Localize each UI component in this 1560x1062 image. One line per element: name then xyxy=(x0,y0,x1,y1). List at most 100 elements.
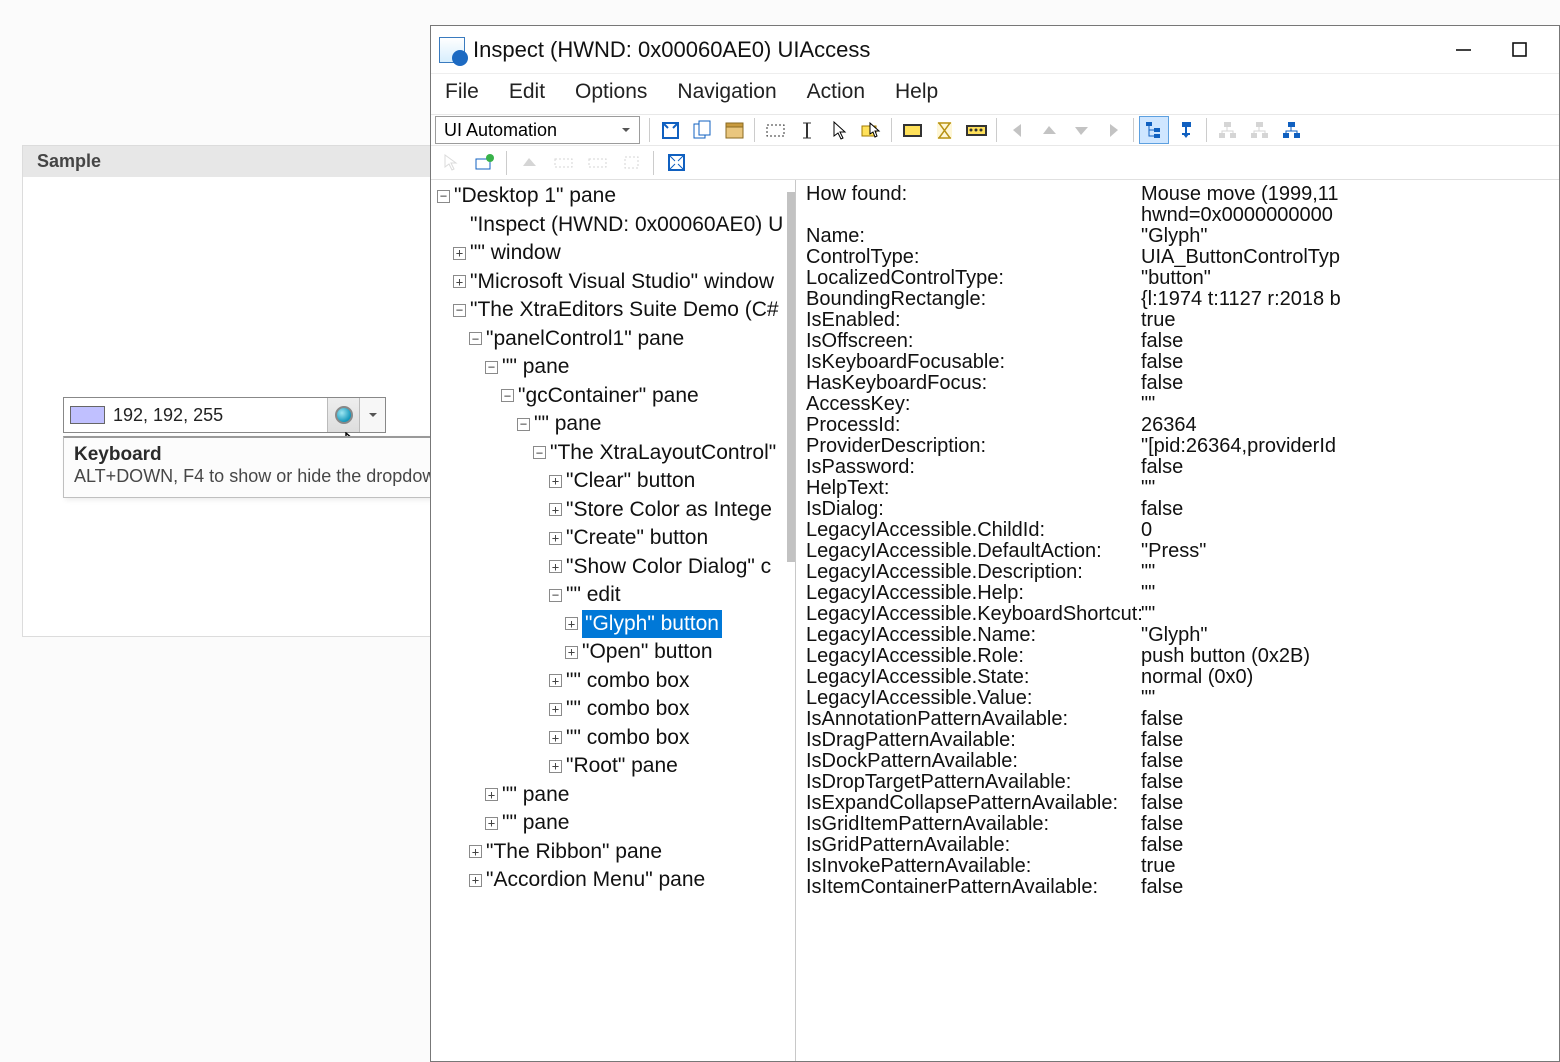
tree-label[interactable]: "Clear" button xyxy=(566,467,695,496)
tree-row[interactable]: + "" combo box xyxy=(431,695,795,724)
tree-label[interactable]: "" pane xyxy=(534,410,601,439)
highlight-timed-button[interactable] xyxy=(929,116,959,144)
collapse-icon[interactable]: − xyxy=(549,589,562,602)
minimize-button[interactable] xyxy=(1447,34,1479,66)
menubar[interactable]: FileEditOptionsNavigationActionHelp xyxy=(431,74,1559,114)
expand-icon[interactable]: + xyxy=(549,560,562,573)
expand-icon[interactable]: + xyxy=(565,646,578,659)
caret-button[interactable] xyxy=(792,116,822,144)
tree-label[interactable]: "Microsoft Visual Studio" window xyxy=(470,268,774,297)
collapse-icon[interactable]: − xyxy=(501,389,514,402)
tree-label[interactable]: "Store Color as Intege xyxy=(566,496,772,525)
expand-icon[interactable]: + xyxy=(469,874,482,887)
highlight-button[interactable] xyxy=(897,116,927,144)
tree-row[interactable]: + "Microsoft Visual Studio" window xyxy=(431,268,795,297)
tree-row[interactable]: + "Root" pane xyxy=(431,752,795,781)
collapse-icon[interactable]: − xyxy=(533,446,546,459)
highlight-wide-button[interactable] xyxy=(961,116,991,144)
nav-up-button[interactable] xyxy=(1034,116,1064,144)
tree-row[interactable]: "Inspect (HWND: 0x00060AE0) U xyxy=(431,211,795,240)
dropdown-button[interactable] xyxy=(359,398,385,432)
tree-row[interactable]: + "" window xyxy=(431,239,795,268)
tree-label[interactable]: "Open" button xyxy=(582,638,713,667)
tree-label[interactable]: "Show Color Dialog" c xyxy=(566,553,771,582)
tree-label[interactable]: "" combo box xyxy=(566,667,689,696)
aux2-button[interactable] xyxy=(469,149,499,177)
color-input[interactable]: 192, 192, 255 xyxy=(63,397,386,433)
tree-row[interactable]: + "The Ribbon" pane xyxy=(431,838,795,867)
nav-down-button[interactable] xyxy=(1066,116,1096,144)
tree2-button[interactable] xyxy=(1244,116,1274,144)
tree-label[interactable]: "Glyph" button xyxy=(582,610,722,639)
cursor-rect-button[interactable] xyxy=(856,116,886,144)
titlebar[interactable]: Inspect (HWND: 0x00060AE0) UIAccess xyxy=(431,26,1559,74)
aux1-button[interactable] xyxy=(435,149,465,177)
expand-icon[interactable]: + xyxy=(469,845,482,858)
tree-sync-button[interactable] xyxy=(1139,116,1169,144)
nav-forward-button[interactable] xyxy=(1098,116,1128,144)
tree-label[interactable]: "Root" pane xyxy=(566,752,678,781)
aux6-button[interactable] xyxy=(616,149,646,177)
menu-navigation[interactable]: Navigation xyxy=(673,78,780,106)
collapse-icon[interactable]: − xyxy=(469,332,482,345)
tree-label[interactable]: "The XtraLayoutControl" xyxy=(550,439,776,468)
tree-row[interactable]: + "Accordion Menu" pane xyxy=(431,866,795,895)
menu-file[interactable]: File xyxy=(441,78,483,106)
expand-icon[interactable]: + xyxy=(549,760,562,773)
tree-label[interactable]: "" window xyxy=(470,239,561,268)
tree-label[interactable]: "The XtraEditors Suite Demo (C# xyxy=(470,296,779,325)
aux3-button[interactable] xyxy=(514,149,544,177)
tree-row[interactable]: + "Show Color Dialog" c xyxy=(431,553,795,582)
framework-combo[interactable]: UI Automation xyxy=(435,116,640,144)
select-rect-button[interactable] xyxy=(760,116,790,144)
properties-pane[interactable]: How found:Mouse move (1999,11hwnd=0x0000… xyxy=(796,180,1559,1061)
tree-row[interactable]: + "Open" button xyxy=(431,638,795,667)
tree-label[interactable]: "Accordion Menu" pane xyxy=(486,866,705,895)
tree-label[interactable]: "" pane xyxy=(502,781,569,810)
tree-row[interactable]: −"gcContainer" pane xyxy=(431,382,795,411)
expand-icon[interactable]: + xyxy=(453,275,466,288)
tree-row[interactable]: −"Desktop 1" pane xyxy=(431,182,795,211)
settings-button[interactable] xyxy=(719,116,749,144)
tree-label[interactable]: "" combo box xyxy=(566,724,689,753)
expand-icon[interactable]: + xyxy=(549,475,562,488)
tree-label[interactable]: "" combo box xyxy=(566,695,689,724)
tree-pane[interactable]: −"Desktop 1" pane"Inspect (HWND: 0x00060… xyxy=(431,180,796,1061)
tree-row[interactable]: + "Store Color as Intege xyxy=(431,496,795,525)
tree-label[interactable]: "" pane xyxy=(502,353,569,382)
cursor-button[interactable] xyxy=(824,116,854,144)
tree-label[interactable]: "Create" button xyxy=(566,524,708,553)
expand-icon[interactable]: + xyxy=(549,674,562,687)
maximize-button[interactable] xyxy=(1503,34,1535,66)
tree-row[interactable]: −"panelControl1" pane xyxy=(431,325,795,354)
tree-row[interactable]: + "Clear" button xyxy=(431,467,795,496)
aux4-button[interactable] xyxy=(548,149,578,177)
expand-icon[interactable]: + xyxy=(485,788,498,801)
tree-label[interactable]: "The Ribbon" pane xyxy=(486,838,662,867)
nav-back-button[interactable] xyxy=(1002,116,1032,144)
tree-row[interactable]: +"Glyph" button xyxy=(431,610,795,639)
collapse-icon[interactable]: − xyxy=(485,361,498,374)
aux7-button[interactable] xyxy=(661,149,691,177)
tree-row[interactable]: +"" pane xyxy=(431,809,795,838)
collapse-icon[interactable]: − xyxy=(437,190,450,203)
collapse-icon[interactable]: − xyxy=(517,418,530,431)
expand-icon[interactable]: + xyxy=(453,247,466,260)
tree-row[interactable]: + "" pane xyxy=(431,781,795,810)
tree-label[interactable]: "gcContainer" pane xyxy=(518,382,699,411)
menu-options[interactable]: Options xyxy=(571,78,651,106)
tree-row[interactable]: −"" edit xyxy=(431,581,795,610)
expand-icon[interactable]: + xyxy=(549,703,562,716)
glyph-button[interactable] xyxy=(327,398,359,432)
aux5-button[interactable] xyxy=(582,149,612,177)
menu-edit[interactable]: Edit xyxy=(505,78,549,106)
menu-action[interactable]: Action xyxy=(803,78,869,106)
expand-icon[interactable]: + xyxy=(549,731,562,744)
tree-row[interactable]: −"The XtraLayoutControl" xyxy=(431,439,795,468)
refresh-button[interactable] xyxy=(655,116,685,144)
expand-icon[interactable]: + xyxy=(549,503,562,516)
tree-row[interactable]: −"The XtraEditors Suite Demo (C# xyxy=(431,296,795,325)
tree-row[interactable]: + "Create" button xyxy=(431,524,795,553)
tree-label[interactable]: "" pane xyxy=(502,809,569,838)
expand-icon[interactable]: + xyxy=(549,532,562,545)
